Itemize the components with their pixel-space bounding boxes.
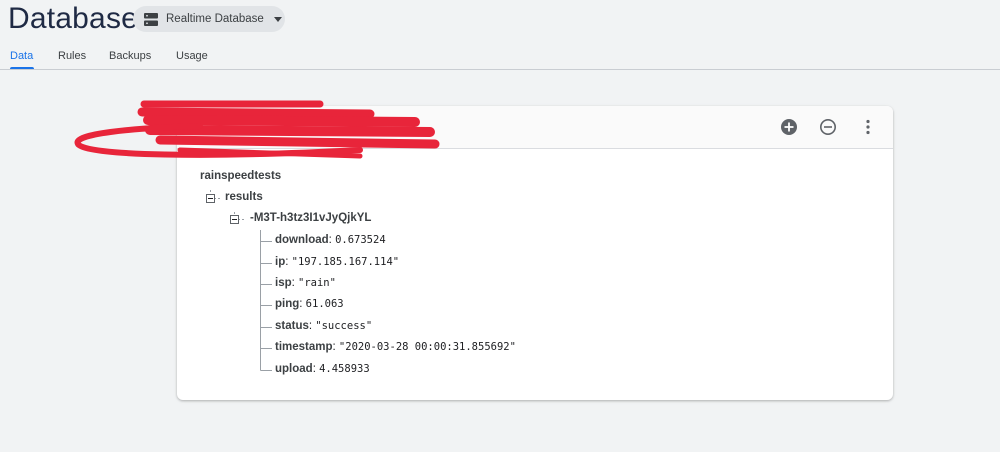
collapse-toggle-icon[interactable] <box>230 215 239 224</box>
field-key: upload <box>275 363 313 375</box>
field-value: "2020-03-28 00:00:31.855692" <box>338 341 516 353</box>
field-value: "rain" <box>298 277 336 289</box>
field-value: "197.185.167.114" <box>291 256 400 268</box>
data-tree: rainspeedtests results -M3T-h3tz3I1vJyQj… <box>0 0 1000 452</box>
field-key: ip <box>275 256 286 268</box>
tree-connector-lines <box>210 190 272 371</box>
field-value: 0.673524 <box>335 234 386 246</box>
tree-leaf-isp[interactable]: isp: "rain" <box>275 277 336 289</box>
tree-leaf-ip[interactable]: ip: "197.185.167.114" <box>275 256 399 268</box>
field-key: timestamp <box>275 341 333 353</box>
tree-leaf-status[interactable]: status: "success" <box>275 320 372 332</box>
tree-leaf-download[interactable]: download: 0.673524 <box>275 234 386 246</box>
field-value: 61.063 <box>305 298 344 310</box>
field-key: isp <box>275 277 292 289</box>
collapse-toggle-icon[interactable] <box>206 194 215 203</box>
tree-leaf-upload[interactable]: upload: 4.458933 <box>275 363 370 375</box>
tree-node-record-id[interactable]: -M3T-h3tz3I1vJyQjkYL <box>250 212 371 224</box>
field-value: "success" <box>315 320 373 332</box>
field-value: 4.458933 <box>319 363 370 375</box>
field-key: status <box>275 320 309 332</box>
tree-leaf-timestamp[interactable]: timestamp: "2020-03-28 00:00:31.855692" <box>275 341 516 353</box>
tree-root-label[interactable]: rainspeedtests <box>200 170 281 182</box>
field-key: download <box>275 234 329 246</box>
tree-node-results[interactable]: results <box>225 191 263 203</box>
field-key: ping <box>275 298 300 310</box>
tree-leaf-ping[interactable]: ping: 61.063 <box>275 298 344 310</box>
